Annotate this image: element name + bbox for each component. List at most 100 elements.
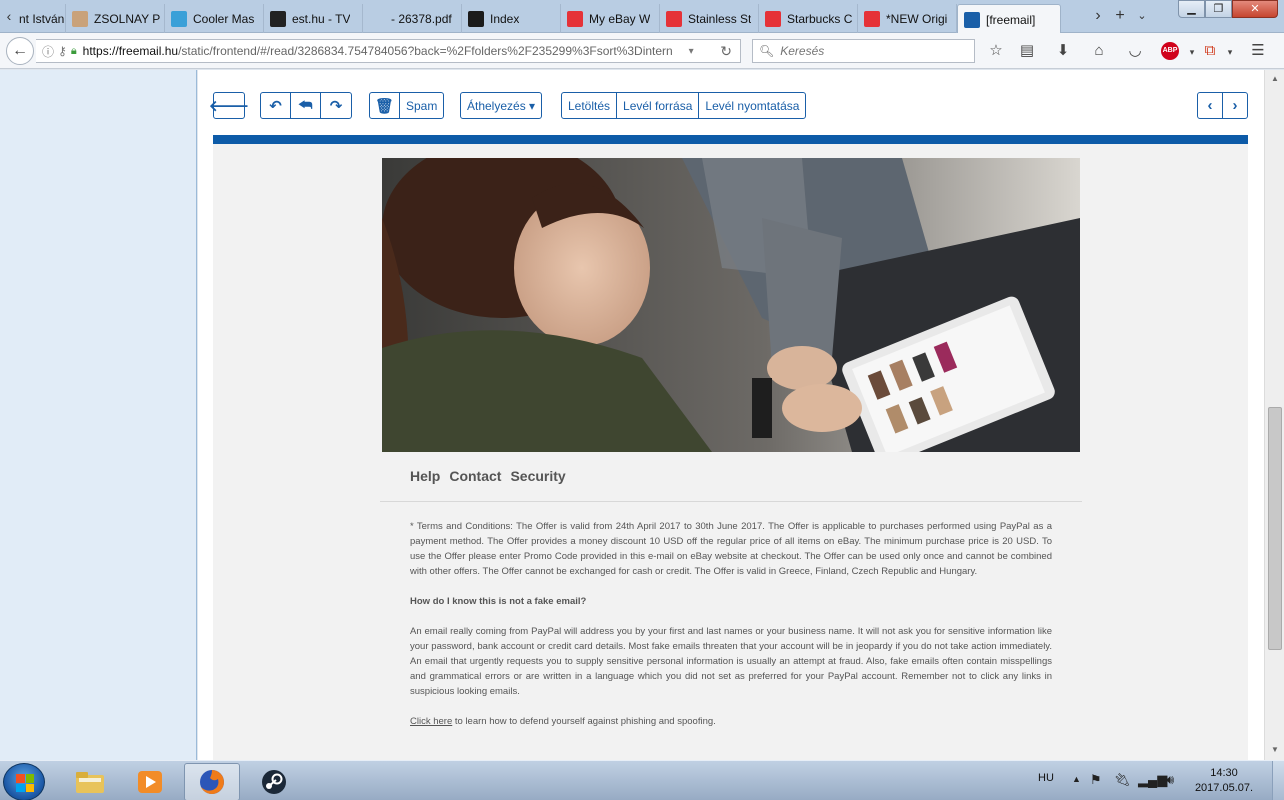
- screen-share-chevron-down-icon[interactable]: ▾: [1220, 42, 1240, 62]
- hero-image: [382, 158, 1080, 452]
- reply-icon[interactable]: ↶: [261, 93, 291, 118]
- tab-list-chevron-down-icon[interactable]: ⌄: [1134, 6, 1150, 26]
- phishing-help-paragraph: Click here to learn how to defend yourse…: [410, 714, 1052, 729]
- power-plug-icon[interactable]: 🔌︎: [1114, 772, 1131, 788]
- forward-icon[interactable]: ↷: [321, 93, 351, 118]
- legal-text: * Terms and Conditions: The Offer is val…: [410, 519, 1052, 744]
- trash-icon[interactable]: 🗑︎: [370, 93, 400, 118]
- ebay-icon: [666, 10, 682, 27]
- click-here-link[interactable]: Click here: [410, 716, 452, 727]
- volume-icon[interactable]: 🔊︎: [1166, 772, 1174, 788]
- clock[interactable]: 14:30 2017.05.07.: [1194, 766, 1254, 796]
- view-source-button[interactable]: Levél forrása: [617, 93, 700, 118]
- browser-tab-label: - 26378.pdf: [391, 11, 452, 26]
- download-button[interactable]: Letöltés: [562, 93, 618, 118]
- tab-scroll-right-icon[interactable]: ›: [1090, 6, 1106, 26]
- tab-strip: ‹ nt István ZSOLNAY P Cooler Mas est.hu - T…: [0, 0, 1284, 34]
- windows-taskbar: HU ▲ ⚑ 🔌︎ ▂▄▆ 🔊︎ 14:30 2017.05.07.: [0, 760, 1284, 800]
- ebay-icon: [567, 10, 583, 27]
- url-history-chevron-down-icon[interactable]: ▾: [689, 46, 694, 57]
- browser-tab[interactable]: *NEW Origi: [858, 4, 957, 33]
- adblock-label: ABP: [1161, 42, 1179, 60]
- file-explorer-icon[interactable]: [62, 763, 118, 800]
- maximize-icon[interactable]: ❐: [1205, 0, 1232, 18]
- security-link[interactable]: Security: [510, 468, 565, 484]
- info-icon[interactable]: ⓘ: [42, 43, 54, 60]
- help-link[interactable]: Help: [410, 468, 440, 484]
- browser-tab[interactable]: nt István: [13, 4, 66, 33]
- key-icon: ⚷: [58, 44, 67, 58]
- search-input[interactable]: [780, 44, 971, 58]
- browser-tab[interactable]: ZSOLNAY P: [66, 4, 165, 33]
- menu-hamburger-icon[interactable]: ☰: [1248, 41, 1268, 61]
- bookmark-star-icon[interactable]: ☆: [986, 41, 1006, 61]
- reload-icon[interactable]: ↻: [720, 43, 732, 60]
- pdf-icon: [369, 10, 385, 27]
- browser-tab[interactable]: - 26378.pdf: [363, 4, 462, 33]
- screen-share-icon[interactable]: ⧉: [1200, 41, 1220, 61]
- zsolnay-icon: [72, 10, 88, 27]
- reply-button-group: ↶ ⮪ ↷: [260, 92, 352, 119]
- contact-link[interactable]: Contact: [449, 468, 501, 484]
- windows-logo-icon: [16, 774, 34, 792]
- show-desktop-button[interactable]: [1272, 761, 1284, 800]
- arrow-left-icon: 🡐: [208, 98, 250, 115]
- hero-photo-illustration: [382, 158, 1080, 452]
- search-bar[interactable]: 🔍︎: [752, 39, 975, 63]
- header-rule: [213, 135, 1248, 144]
- url-bar[interactable]: ⓘ ⚷ 🔒︎ https://freemail.hu/static/fronte…: [36, 39, 741, 63]
- home-icon[interactable]: ⌂: [1089, 41, 1109, 61]
- scroll-thumb[interactable]: [1268, 407, 1282, 650]
- move-label: Áthelyezés ▾: [467, 98, 536, 113]
- print-button[interactable]: Levél nyomtatása: [699, 93, 805, 118]
- reading-list-icon[interactable]: ▤: [1017, 41, 1037, 61]
- chevron-right-icon[interactable]: ›: [1223, 93, 1247, 118]
- phishing-help-text: to learn how to defend yourself against …: [452, 716, 716, 727]
- window-controls: ▁ ❐ ✕: [1178, 0, 1278, 20]
- scroll-up-icon[interactable]: ▲: [1268, 72, 1282, 86]
- reply-all-icon[interactable]: ⮪: [291, 93, 321, 118]
- fake-email-heading: How do I know this is not a fake email?: [410, 596, 587, 607]
- pocket-icon[interactable]: ◡: [1125, 41, 1145, 61]
- prev-next-group: ‹ ›: [1197, 92, 1248, 119]
- browser-tab-label: Cooler Mas: [193, 11, 255, 26]
- ebay-icon: [765, 10, 781, 27]
- browser-tab[interactable]: My eBay W: [561, 4, 660, 33]
- language-indicator[interactable]: HU: [1038, 772, 1054, 784]
- close-window-icon[interactable]: ✕: [1232, 0, 1278, 18]
- download-icon[interactable]: ⬇: [1053, 41, 1073, 61]
- browser-tab[interactable]: est.hu - TV: [264, 4, 363, 33]
- browser-tab-label: ZSOLNAY P: [94, 11, 161, 26]
- media-player-icon[interactable]: [122, 763, 178, 800]
- back-arrow-icon[interactable]: ←: [6, 37, 34, 65]
- start-button[interactable]: [3, 763, 45, 800]
- browser-tab-label: My eBay W: [589, 11, 651, 26]
- firefox-taskbar-icon[interactable]: [184, 763, 240, 800]
- adblock-icon[interactable]: ABP: [1161, 42, 1181, 62]
- browser-tab[interactable]: [freemail]: [957, 4, 1061, 34]
- browser-tab-label: *NEW Origi: [886, 11, 948, 26]
- spam-button[interactable]: Spam: [400, 93, 443, 118]
- new-tab-icon[interactable]: +: [1112, 6, 1128, 26]
- minimize-icon[interactable]: ▁: [1178, 0, 1205, 18]
- chevron-left-icon[interactable]: ‹: [1198, 93, 1223, 118]
- adblock-chevron-down-icon[interactable]: ▾: [1182, 42, 1202, 62]
- vertical-scrollbar[interactable]: ▲ ▼: [1264, 70, 1284, 760]
- network-signal-icon[interactable]: ▂▄▆: [1138, 772, 1167, 788]
- back-to-list-button[interactable]: 🡐: [208, 92, 250, 119]
- browser-tab[interactable]: Index: [462, 4, 561, 33]
- ebay-icon: [864, 10, 880, 27]
- footer-links: Help Contact Security: [410, 468, 566, 484]
- url-text[interactable]: https://freemail.hu/static/frontend/#/re…: [83, 44, 683, 58]
- scroll-down-icon[interactable]: ▼: [1268, 743, 1282, 757]
- action-center-flag-icon[interactable]: ⚑: [1090, 772, 1102, 788]
- steam-icon[interactable]: [246, 763, 302, 800]
- browser-tab[interactable]: Cooler Mas: [165, 4, 264, 33]
- search-icon: 🔍︎: [759, 44, 775, 58]
- move-dropdown[interactable]: Áthelyezés ▾: [460, 92, 543, 119]
- tray-chevron-up-icon[interactable]: ▲: [1072, 774, 1081, 784]
- browser-tab[interactable]: Starbucks C: [759, 4, 858, 33]
- fake-email-paragraph: An email really coming from PayPal will …: [410, 626, 1052, 697]
- browser-tab[interactable]: Stainless St: [660, 4, 759, 33]
- mail-folder-sidebar: [0, 70, 197, 760]
